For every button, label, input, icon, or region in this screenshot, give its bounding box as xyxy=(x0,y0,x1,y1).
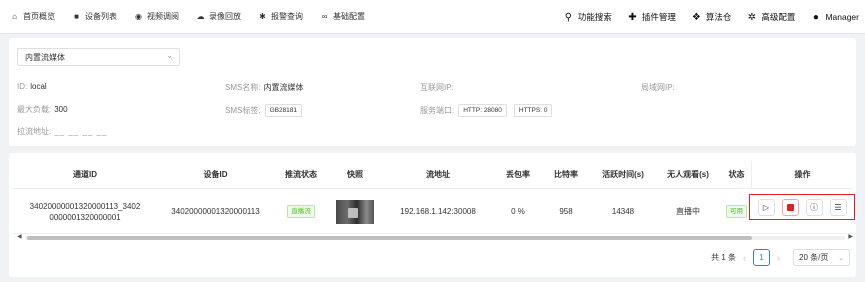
media-server-info-card: 内置流媒体 ⌄ ID: local SMS名称: 内置流媒体 互联网IP: 局域网I… xyxy=(9,38,856,146)
col-snapshot: 快照 xyxy=(347,170,363,179)
cell-device-id: 34020000001320000113 xyxy=(171,207,260,216)
gear-icon: ✲ xyxy=(747,11,757,23)
cell-unwatched: 直播中 xyxy=(676,207,700,216)
col-actions: 操作 xyxy=(751,161,853,188)
cell-push-status: 直播流 xyxy=(273,190,329,233)
prev-page-icon[interactable]: ‹ xyxy=(743,253,746,263)
sms-tag-info: SMS标签: GB28181 xyxy=(225,104,303,117)
internet-ip-info: 互联网IP: xyxy=(420,83,454,92)
col-active-time: 活跃时间(s) xyxy=(602,170,644,179)
pagination: 共 1 条 ‹ 1 › 20 条/页 ⌄ xyxy=(711,249,850,266)
nav-item-playback[interactable]: ☁ 录像回放 xyxy=(196,11,242,22)
next-page-icon[interactable]: › xyxy=(777,253,780,263)
nav-item-devices[interactable]: ■ 设备列表 xyxy=(72,11,117,22)
cloud-icon: ☁ xyxy=(196,12,205,21)
http-port-tag: HTTP: 28080 xyxy=(458,104,507,117)
cell-bitrate: 958 xyxy=(559,207,573,216)
col-loss-rate: 丢包率 xyxy=(506,170,530,179)
snapshot-thumbnail[interactable] xyxy=(336,199,374,224)
col-unwatched: 无人观看(s) xyxy=(667,170,709,179)
scroll-right-icon[interactable]: ▶ xyxy=(848,233,853,240)
play-button[interactable]: ▷ xyxy=(757,198,775,216)
col-stream-addr: 流地址 xyxy=(426,170,450,179)
device-icon: ■ xyxy=(74,12,79,21)
stream-table-card: 通道ID 设备ID 推流状态 快照 流地址 丢包率 比特率 活跃时间(s) 无人… xyxy=(9,153,856,277)
id-info: ID: local xyxy=(17,82,47,91)
stop-button[interactable] xyxy=(781,198,799,216)
main-nav: ⌂ 首页概览 ■ 设备列表 ◉ 视频调阅 ☁ 录像回放 ✱ 报警查询 ∞ 基础配置 xyxy=(0,0,382,34)
cell-channel-id: 34020000001320000113_3402 00000013200000… xyxy=(29,201,141,222)
play-circle-icon: ◉ xyxy=(135,12,142,21)
cell-loss-rate: 0 % xyxy=(511,207,525,216)
user-icon: ● xyxy=(812,11,819,23)
list-icon: ☰ xyxy=(834,202,842,212)
link-icon: ∞ xyxy=(321,12,328,21)
media-server-select[interactable]: 内置流媒体 ⌄ xyxy=(17,48,180,66)
nav-item-alarm[interactable]: ✱ 报警查询 xyxy=(258,11,303,22)
pull-addr-info: 拉流地址: __ __ __ __ xyxy=(17,127,108,136)
max-load-info: 最大负载: 300 xyxy=(17,105,68,114)
col-bitrate: 比特率 xyxy=(554,170,578,179)
plugin-manage-button[interactable]: ✚ 插件管理 xyxy=(627,11,676,23)
sms-tag: GB28181 xyxy=(264,104,303,117)
cell-stream-addr: 192.168.1.142:30008 xyxy=(400,207,476,216)
search-icon: ⚲ xyxy=(564,11,573,23)
top-bar: ⌂ 首页概览 ■ 设备列表 ◉ 视频调阅 ☁ 录像回放 ✱ 报警查询 ∞ 基础配置 ⚲ 功能搜… xyxy=(0,0,865,34)
nav-item-config[interactable]: ∞ 基础配置 xyxy=(320,11,365,22)
current-page[interactable]: 1 xyxy=(753,249,770,266)
right-menu: ⚲ 功能搜索 ✚ 插件管理 ❖ 算法仓 ✲ 高级配置 ● Manager xyxy=(548,0,859,34)
puzzle-icon: ✚ xyxy=(628,11,637,23)
pagination-total: 共 1 条 xyxy=(711,253,736,262)
horizontal-scrollbar[interactable]: ◀ ▶ xyxy=(17,233,853,240)
details-button[interactable]: ☰ xyxy=(829,198,847,216)
scroll-left-icon[interactable]: ◀ xyxy=(17,233,22,240)
sms-name-info: SMS名称: 内置流媒体 xyxy=(225,83,304,92)
table-header: 通道ID 设备ID 推流状态 快照 流地址 丢包率 比特率 活跃时间(s) 无人… xyxy=(12,161,853,189)
lan-ip-info: 局域网IP: xyxy=(641,83,675,92)
cell-status: 可用 xyxy=(721,190,752,233)
info-button[interactable]: ⓘ xyxy=(805,198,823,216)
chevron-down-icon: ⌄ xyxy=(838,254,844,262)
algorithm-store-button[interactable]: ❖ 算法仓 xyxy=(691,11,732,23)
table-row: 34020000001320000113_3402 00000013200000… xyxy=(12,190,855,234)
dropbox-icon: ❖ xyxy=(691,11,701,23)
row-actions: ▷ ⓘ ☰ xyxy=(749,194,855,220)
bug-icon: ✱ xyxy=(259,12,266,21)
status-badge: 可用 xyxy=(726,205,747,218)
stop-icon xyxy=(786,203,794,211)
push-status-badge: 直播流 xyxy=(287,205,315,218)
service-port-info: 服务端口: HTTP: 28080 HTTPS: 0 xyxy=(420,104,553,117)
play-circle-icon: ▷ xyxy=(762,202,770,212)
scrollbar-thumb[interactable] xyxy=(27,236,752,240)
col-status: 状态 xyxy=(728,170,745,179)
nav-item-home[interactable]: ⌂ 首页概览 xyxy=(10,11,55,22)
col-push-status: 推流状态 xyxy=(285,170,317,179)
cell-snapshot xyxy=(329,190,381,233)
chevron-down-icon: ⌄ xyxy=(166,51,173,60)
info-icon: ⓘ xyxy=(810,202,818,212)
cell-active-time: 14348 xyxy=(611,207,635,216)
user-menu[interactable]: ● Manager xyxy=(810,12,859,23)
advanced-config-button[interactable]: ✲ 高级配置 xyxy=(746,11,796,23)
col-channel-id: 通道ID xyxy=(73,170,97,179)
https-port-tag: HTTPS: 0 xyxy=(513,104,553,117)
home-icon: ⌂ xyxy=(12,12,17,21)
page-size-select[interactable]: 20 条/页 ⌄ xyxy=(793,249,850,266)
function-search-button[interactable]: ⚲ 功能搜索 xyxy=(563,11,612,23)
nav-item-video[interactable]: ◉ 视频调阅 xyxy=(134,11,179,22)
col-device-id: 设备ID xyxy=(203,170,228,179)
